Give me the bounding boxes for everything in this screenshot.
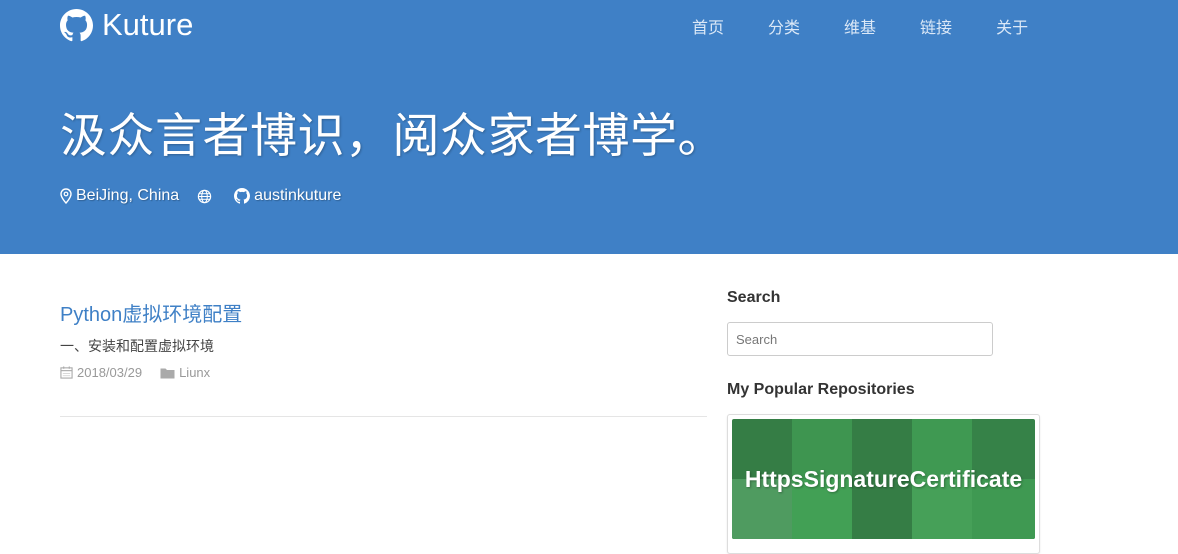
- post-date-text: 2018/03/29: [77, 365, 143, 380]
- nav-item-links[interactable]: 链接: [920, 19, 952, 39]
- post-category-text: Liunx: [179, 365, 211, 380]
- hero-headline: 汲众言者博识，阅众家者博学。: [60, 109, 725, 162]
- repos-heading: My Popular Repositories: [727, 381, 915, 398]
- map-marker-icon: [60, 188, 72, 204]
- main-content: Python虚拟环境配置 一、安装和配置虚拟环境 2018/03/29 Liun…: [0, 254, 1178, 554]
- repo-card[interactable]: HttpsSignatureCertificate: [727, 414, 1040, 554]
- repo-name: HttpsSignatureCertificate: [744, 465, 1023, 492]
- search-input[interactable]: [727, 322, 993, 356]
- globe-link[interactable]: [197, 189, 216, 204]
- search-heading: Search: [727, 289, 781, 306]
- repo-banner[interactable]: HttpsSignatureCertificate: [732, 419, 1035, 539]
- nav-item-categories[interactable]: 分类: [768, 19, 800, 39]
- post-category-link[interactable]: Liunx: [160, 365, 210, 380]
- post-meta: 2018/03/29 Liunx: [60, 365, 707, 380]
- site-header: Kuture 首页 分类 维基 链接 关于 汲众言者博识，阅众家者博学。 Bei…: [0, 0, 1178, 254]
- nav-item-wiki[interactable]: 维基: [844, 19, 876, 39]
- calendar-icon: [60, 366, 73, 379]
- github-icon: [60, 8, 93, 41]
- post-title-link[interactable]: Python虚拟环境配置: [60, 302, 707, 328]
- brand-name: Kuture: [102, 7, 194, 42]
- post-date: 2018/03/29: [60, 365, 142, 380]
- location-text: BeiJing, China: [76, 187, 180, 204]
- hero-meta: BeiJing, China austinkuture: [60, 187, 359, 205]
- globe-icon: [197, 189, 212, 203]
- location: BeiJing, China: [60, 187, 179, 205]
- nav-item-about[interactable]: 关于: [996, 19, 1028, 39]
- post-item: Python虚拟环境配置 一、安装和配置虚拟环境 2018/03/29 Liun…: [60, 302, 707, 380]
- github-profile-link[interactable]: austinkuture: [234, 187, 341, 205]
- github-username: austinkuture: [254, 187, 342, 204]
- github-icon: [234, 188, 251, 204]
- brand-link[interactable]: Kuture: [60, 7, 193, 43]
- nav-item-home[interactable]: 首页: [692, 19, 724, 39]
- sidebar: Search My Popular Repositories HttpsSign…: [727, 288, 1040, 554]
- post-excerpt: 一、安装和配置虚拟环境: [60, 338, 214, 354]
- main-nav: 首页 分类 维基 链接 关于: [692, 19, 1072, 39]
- post-divider: [60, 416, 707, 417]
- folder-icon: [160, 368, 175, 378]
